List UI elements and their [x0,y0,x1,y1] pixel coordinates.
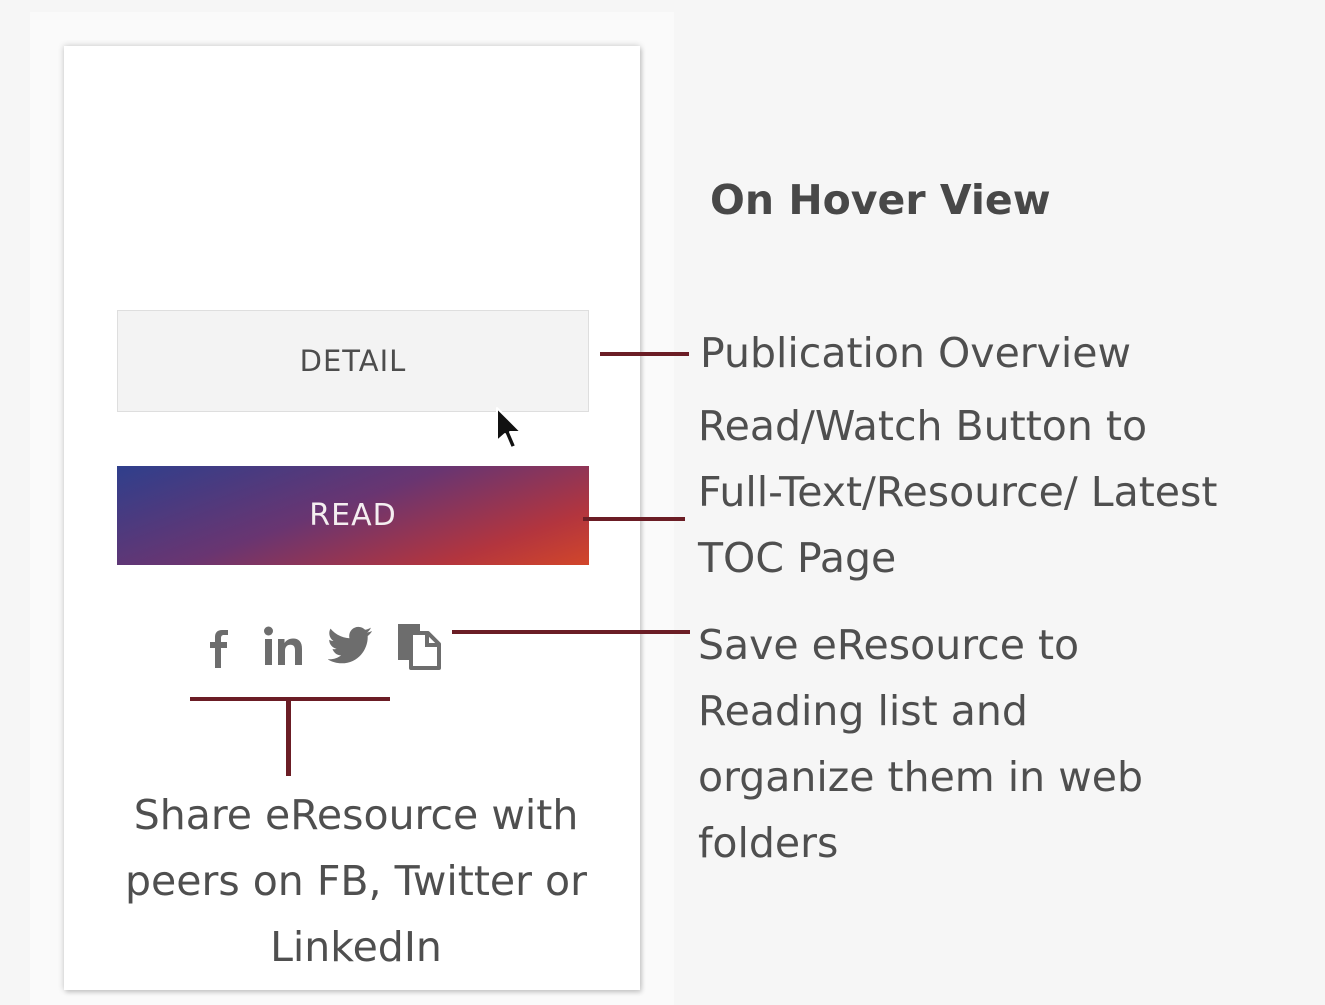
twitter-icon [328,626,372,664]
connector-save [452,630,690,634]
annotation-line: Share eResource with [133,791,579,839]
connector-share-vertical [286,697,291,776]
save-to-list-icon [398,624,441,670]
save-to-list[interactable] [393,618,445,674]
annotation-line: Read/Watch Button to [698,402,1148,450]
detail-button[interactable]: DETAIL [117,310,589,412]
annotation-line: LinkedIn [270,923,442,971]
annotation-line: folders [698,819,839,867]
read-button-annotation: Read/Watch Button to Full-Text/Resource/… [698,393,1217,591]
linkedin-share[interactable] [257,618,309,674]
annotation-line: Full-Text/Resource/ Latest [698,468,1218,516]
twitter-share[interactable] [326,618,376,674]
mouse-pointer-icon [496,407,522,449]
share-resource-annotation: Share eResource with peers on FB, Twitte… [64,782,648,980]
connector-detail [600,352,689,356]
publication-overview-label: Publication Overview [700,329,1132,377]
annotation-line: Reading list and [698,687,1028,735]
linkedin-icon [264,626,302,665]
annotation-line: TOC Page [698,534,897,582]
hover-view-heading: On Hover View [710,176,1051,224]
detail-button-label: DETAIL [299,344,407,378]
facebook-share[interactable] [196,618,240,674]
read-button-label: READ [309,498,397,533]
facebook-icon [210,630,228,668]
read-button[interactable]: READ [117,466,589,565]
annotation-line: organize them in web [698,753,1143,801]
annotation-line: Save eResource to [698,621,1080,669]
connector-read [583,517,685,521]
annotation-line: peers on FB, Twitter or [125,857,587,905]
save-resource-annotation: Save eResource to Reading list and organ… [698,612,1143,876]
